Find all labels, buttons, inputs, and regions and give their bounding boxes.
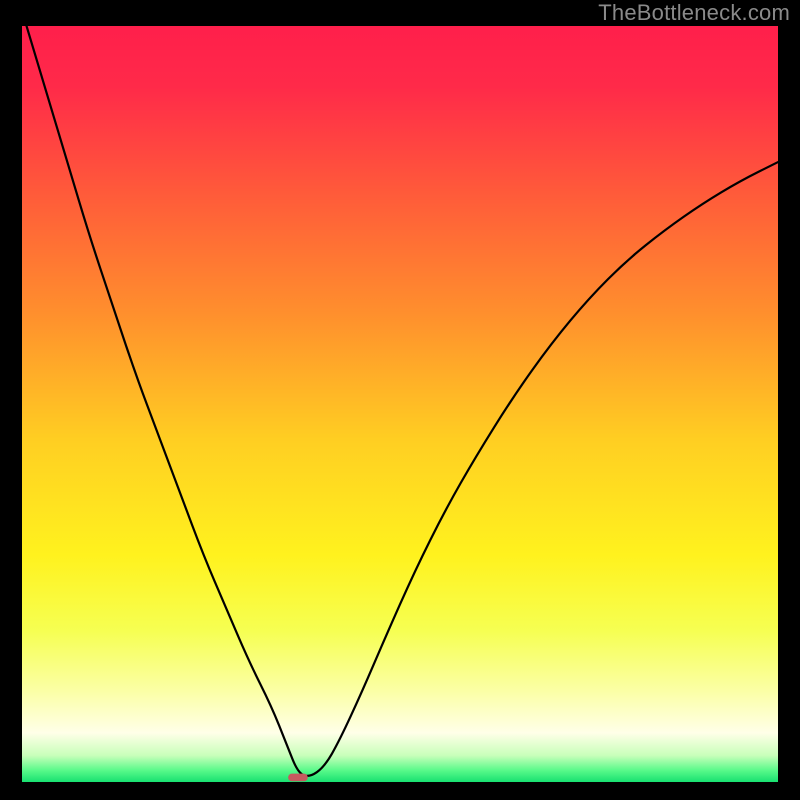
gradient-background	[22, 26, 778, 782]
optimal-marker	[288, 774, 308, 782]
watermark-text: TheBottleneck.com	[598, 0, 790, 26]
chart-svg	[22, 26, 778, 782]
plot-area	[22, 26, 778, 782]
outer-frame: TheBottleneck.com	[0, 0, 800, 800]
